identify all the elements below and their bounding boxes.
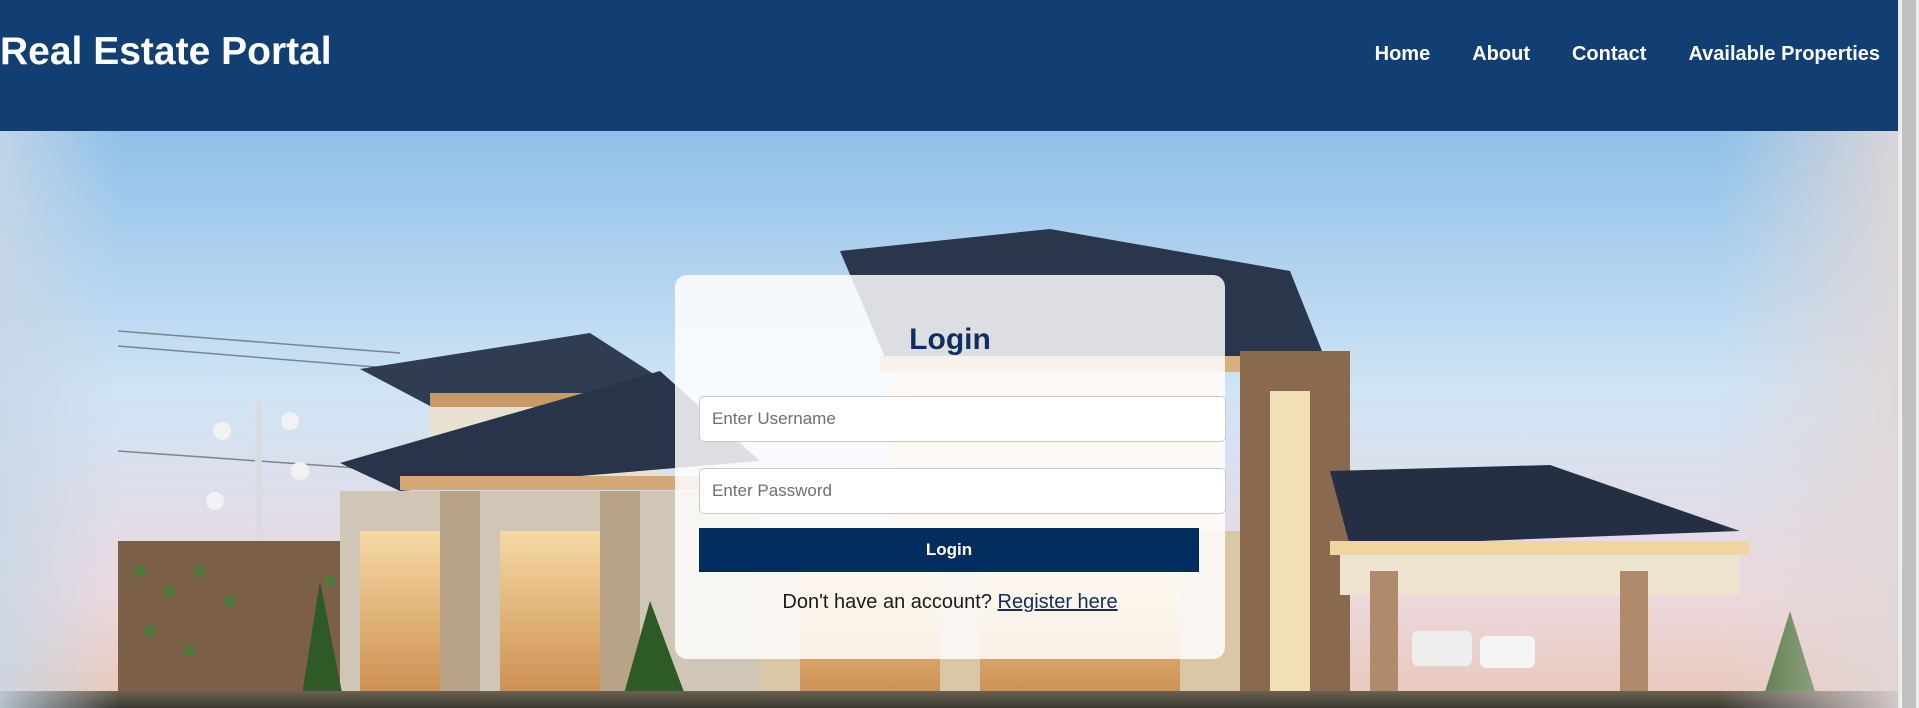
vertical-scrollbar[interactable] (1898, 0, 1919, 708)
password-input[interactable] (699, 468, 1226, 514)
main-nav: Home About Contact Available Properties (1333, 43, 1880, 66)
login-title: Login (909, 323, 991, 356)
nav-contact-link[interactable]: Contact (1572, 43, 1646, 66)
site-title: Real Estate Portal (0, 30, 332, 73)
nav-home-link[interactable]: Home (1375, 43, 1431, 66)
nav-available-properties-link[interactable]: Available Properties (1688, 43, 1880, 66)
login-card: Login Login Don't have an account? Regis… (675, 275, 1226, 659)
scrollbar-thumb[interactable] (1902, 0, 1916, 708)
register-prompt-line: Don't have an account? Register here (675, 591, 1225, 614)
hero-fade-left (0, 131, 120, 708)
register-prompt-text: Don't have an account? (782, 591, 992, 613)
username-input[interactable] (699, 396, 1226, 442)
nav-about-link[interactable]: About (1472, 43, 1530, 66)
page: Real Estate Portal Home About Contact Av… (0, 0, 1919, 708)
login-button[interactable]: Login (699, 528, 1199, 572)
register-link[interactable]: Register here (998, 591, 1118, 613)
site-header: Real Estate Portal Home About Contact Av… (0, 0, 1899, 131)
hero-fade-right (1719, 131, 1899, 708)
